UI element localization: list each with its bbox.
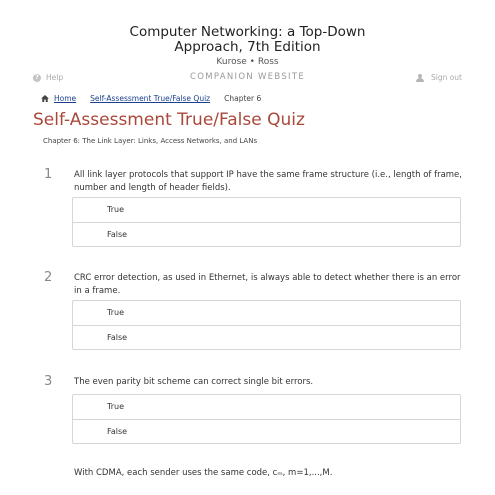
option-true[interactable]: True <box>73 395 460 419</box>
breadcrumb-quiz-link[interactable]: Self-Assessment True/False Quiz <box>90 94 210 103</box>
question-number: 1 <box>44 167 53 182</box>
book-title-line-1: Computer Networking: a Top-Down <box>129 24 366 40</box>
breadcrumb: Home Self-Assessment True/False Quiz Cha… <box>41 94 261 103</box>
book-title: Computer Networking: a Top-Down Approach… <box>0 25 495 55</box>
option-true[interactable]: True <box>73 198 460 222</box>
question-text: CRC error detection, as used in Ethernet… <box>74 273 461 296</box>
sign-out-link[interactable]: Sign out <box>415 73 462 82</box>
answer-options: True False <box>72 394 461 444</box>
answer-options: True False <box>72 197 461 247</box>
chapter-subtitle: Chapter 6: The Link Layer: Links, Access… <box>43 137 258 145</box>
page-title: Self-Assessment True/False Quiz <box>33 110 305 130</box>
question-text: The even parity bit scheme can correct s… <box>74 377 314 387</box>
option-true[interactable]: True <box>73 301 460 325</box>
sign-out-label: Sign out <box>430 73 462 82</box>
option-false[interactable]: False <box>73 222 460 246</box>
question-4-text-partial: With CDMA, each sender uses the same cod… <box>74 468 333 478</box>
book-title-line-2: Approach, 7th Edition <box>174 39 321 55</box>
book-authors: Kurose • Ross <box>216 57 279 67</box>
breadcrumb-home-link[interactable]: Home <box>54 94 76 103</box>
answer-options: True False <box>72 300 461 350</box>
top-bar: ? Help COMPANION WEBSITE Sign out <box>0 72 495 86</box>
question-number: 2 <box>44 270 53 285</box>
home-icon <box>41 95 49 102</box>
question-number: 3 <box>44 374 53 389</box>
option-false[interactable]: False <box>73 419 460 443</box>
option-false[interactable]: False <box>73 325 460 349</box>
breadcrumb-current: Chapter 6 <box>224 94 262 103</box>
question-text: All link layer protocols that support IP… <box>74 170 462 193</box>
user-icon <box>415 73 426 82</box>
